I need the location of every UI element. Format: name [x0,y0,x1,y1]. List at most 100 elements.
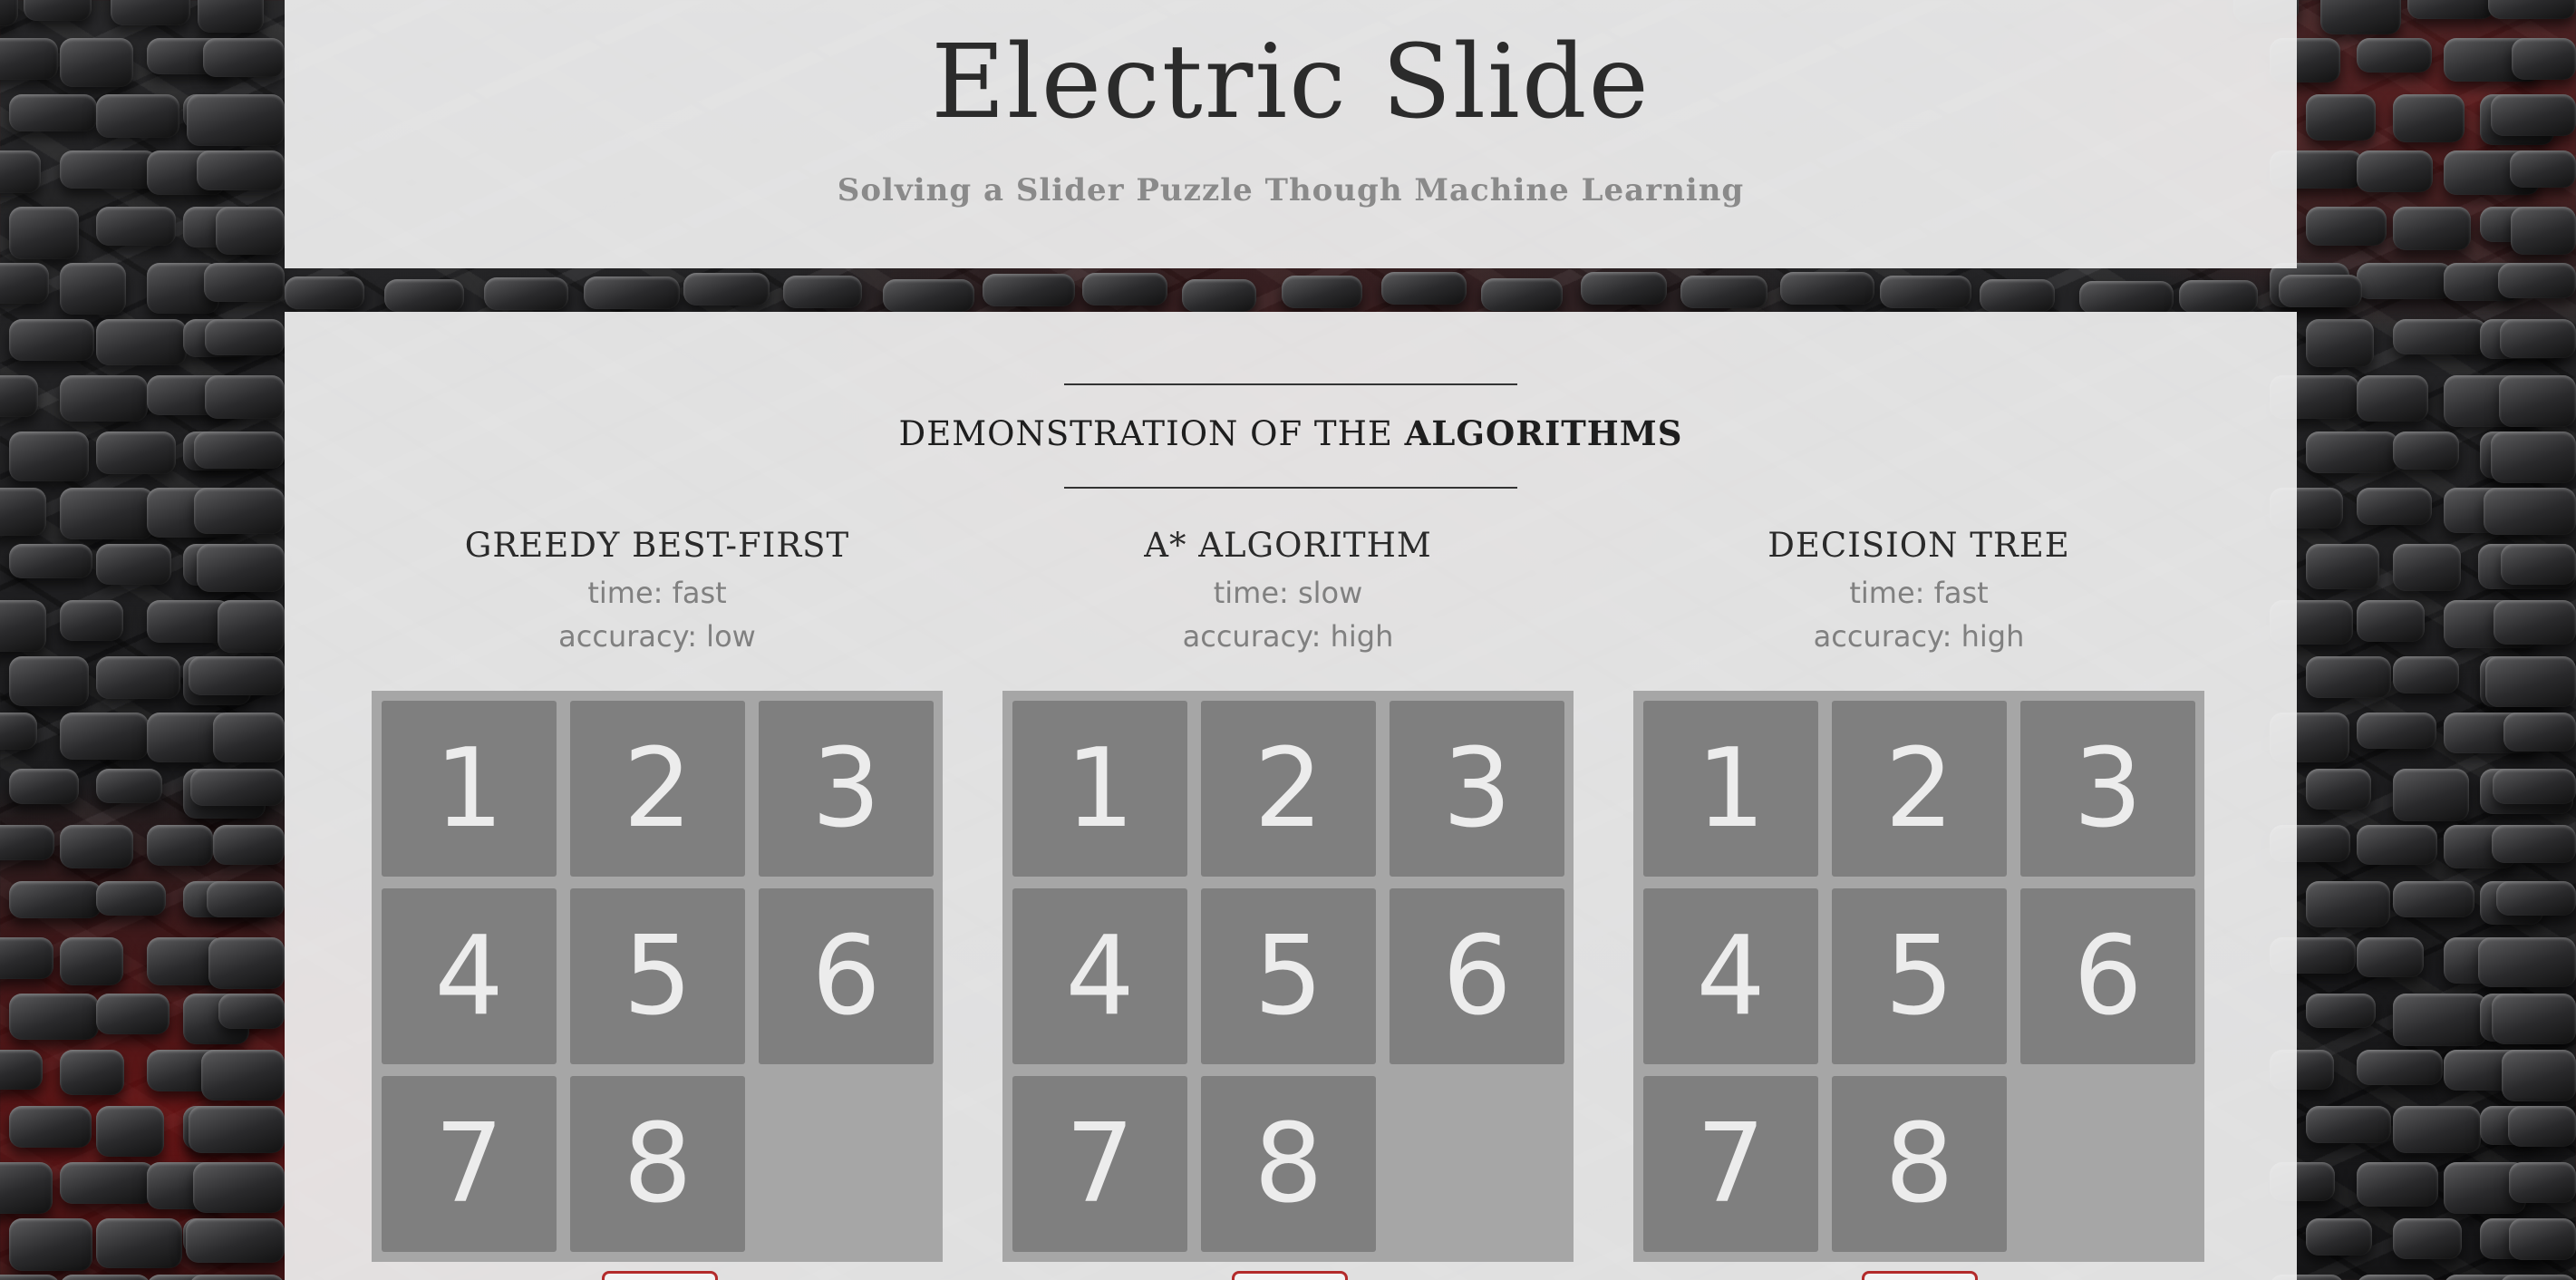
background-cube [2306,544,2380,589]
algorithm-accuracy: accuracy: low [558,619,756,654]
background-cube [2444,1050,2531,1091]
background-cube [2306,94,2377,141]
puzzle-tile[interactable]: 7 [1643,1076,1818,1252]
puzzle-board-decision-tree: 1 2 3 4 5 6 7 8 [1633,691,2204,1262]
background-cube [60,150,159,189]
background-cube [96,544,171,586]
puzzle-tile[interactable]: 2 [1201,701,1376,877]
background-cube [2393,1106,2482,1154]
background-cube [205,375,285,419]
background-cube [2393,769,2469,821]
solve-button-astar[interactable] [1232,1271,1348,1280]
puzzle-board-astar: 1 2 3 4 5 6 7 8 [1002,691,1574,1262]
background-cube [203,38,285,77]
puzzle-tile[interactable]: 3 [759,701,934,877]
background-cube [192,1162,285,1214]
background-cube [208,937,285,989]
background-cube [9,319,95,362]
background-cube [183,544,255,586]
background-cube [2480,769,2573,815]
background-cube [2393,656,2460,693]
background-cube [186,1218,285,1264]
background-cube [2270,263,2350,308]
section-heading-prefix: DEMONSTRATION OF THE [898,414,1405,453]
background-cube [204,263,285,302]
puzzle-tile[interactable]: 2 [1832,701,2007,877]
background-cube [9,769,79,804]
puzzle-tile[interactable]: 5 [1201,888,1376,1064]
background-cube [183,319,252,358]
background-cube [2444,600,2538,648]
background-cube [9,432,89,481]
puzzle-tile[interactable]: 4 [1643,888,1818,1064]
section-bottom-rule [1064,487,1517,489]
background-cube [783,276,862,309]
background-cube [2480,656,2558,708]
puzzle-tile[interactable]: 4 [382,888,557,1064]
background-cube [2393,881,2474,917]
section-heading-emphasis: ALGORITHMS [1404,413,1683,453]
puzzle-tile[interactable]: 5 [1832,888,2007,1064]
background-cube [2357,150,2433,193]
puzzle-tile[interactable]: 6 [2020,888,2195,1064]
solve-button-decision-tree[interactable] [1862,1271,1978,1280]
background-cube [983,274,1075,306]
background-cube [147,263,219,314]
background-cube [2444,150,2540,196]
puzzle-tile[interactable]: 3 [2020,701,2195,877]
puzzle-tile[interactable]: 7 [382,1076,557,1252]
background-cube [2509,150,2576,189]
background-cube [2306,656,2392,698]
puzzle-tile[interactable]: 6 [759,888,934,1064]
section-heading: DEMONSTRATION OF THE ALGORITHMS [285,413,2297,453]
background-cube [96,769,163,804]
background-cube [2484,488,2576,536]
background-cube [683,273,770,306]
puzzle-tile[interactable]: 4 [1012,888,1187,1064]
background-cube [218,994,285,1030]
algorithm-name: DECISION TREE [1767,526,2070,565]
background-cube [183,207,266,247]
background-cube [2357,713,2436,749]
background-cube [2320,0,2401,34]
background-cube [1680,276,1768,309]
puzzle-tile[interactable]: 8 [1201,1076,1376,1252]
background-cube [2306,769,2372,810]
background-cube [60,1275,151,1280]
puzzle-tile[interactable]: 8 [1832,1076,2007,1252]
background-cube [2502,1050,2576,1101]
puzzle-tile[interactable]: 1 [1643,701,1818,877]
background-cube [2306,994,2376,1029]
algorithm-name: GREEDY BEST-FIRST [464,526,850,565]
background-cube [183,1106,271,1149]
background-cube [2393,994,2487,1046]
background-cube [183,432,257,470]
solve-button-greedy[interactable] [602,1271,718,1280]
background-cube [96,994,169,1035]
puzzle-tile[interactable]: 8 [570,1076,745,1252]
background-cube [584,276,680,309]
background-cube [2477,937,2576,988]
puzzle-tile[interactable]: 1 [1012,701,1187,877]
algorithm-column-decision-tree: DECISION TREE time: fast accuracy: high [1633,520,2204,658]
algorithm-time: time: fast [1849,576,1989,610]
background-cube [60,488,155,540]
background-cube [2480,432,2549,480]
puzzle-tile[interactable]: 3 [1390,701,1564,877]
background-cube [1082,273,1167,306]
background-cube [9,94,97,132]
puzzle-tile[interactable]: 1 [382,701,557,877]
algorithm-name: A* ALGORITHM [1144,526,1432,565]
background-cube [1780,272,1874,305]
background-cube [2357,263,2453,300]
background-cube [2279,275,2362,307]
puzzle-tile[interactable]: 6 [1390,888,1564,1064]
puzzle-tile[interactable]: 2 [570,701,745,877]
background-cube [2393,432,2460,470]
background-cube [0,1050,44,1091]
section-top-rule [1064,383,1517,385]
main-panel: DEMONSTRATION OF THE ALGORITHMS GREEDY B… [285,312,2297,1280]
background-cube [2511,38,2576,80]
puzzle-tile[interactable]: 5 [570,888,745,1064]
puzzle-tile[interactable]: 7 [1012,1076,1187,1252]
